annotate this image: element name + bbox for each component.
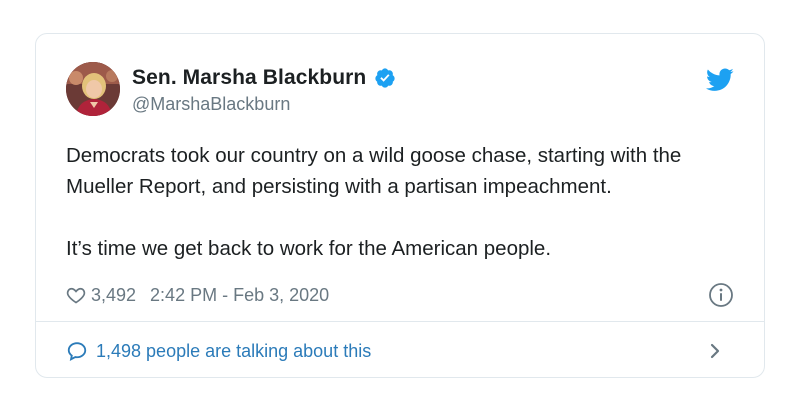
heart-icon xyxy=(66,287,86,304)
like-count: 3,492 xyxy=(91,284,137,305)
author-name[interactable]: Sen. Marsha Blackburn xyxy=(132,66,366,90)
like-button[interactable]: 3,492 xyxy=(66,285,136,306)
timestamp-link[interactable]: 2:42 PM - Feb 3, 2020 xyxy=(150,285,329,306)
tweet-card: Sen. Marsha Blackburn @MarshaBlackburn D… xyxy=(35,33,765,378)
avatar[interactable] xyxy=(66,62,120,116)
verified-badge-icon xyxy=(375,68,395,88)
divider xyxy=(36,321,764,322)
tweet-paragraph: It’s time we get back to work for the Am… xyxy=(66,237,552,260)
info-icon[interactable] xyxy=(708,282,734,308)
speech-bubble-icon xyxy=(67,342,87,361)
tweet-text: Democrats took our country on a wild goo… xyxy=(66,140,746,264)
tweet-header: Sen. Marsha Blackburn @MarshaBlackburn xyxy=(66,62,734,118)
conversation-link[interactable]: 1,498 people are talking about this xyxy=(66,336,734,366)
profile-photo-icon xyxy=(66,62,120,116)
twitter-bird-icon[interactable] xyxy=(706,68,734,92)
chevron-right-icon[interactable] xyxy=(706,340,724,362)
tweet-paragraph: Democrats took our country on a wild goo… xyxy=(66,144,682,198)
author-block[interactable]: Sen. Marsha Blackburn @MarshaBlackburn xyxy=(132,66,396,115)
tweet-meta: 3,492 2:42 PM - Feb 3, 2020 xyxy=(66,282,734,308)
author-handle[interactable]: @MarshaBlackburn xyxy=(132,94,396,115)
talking-count-text[interactable]: 1,498 people are talking about this xyxy=(96,341,371,362)
